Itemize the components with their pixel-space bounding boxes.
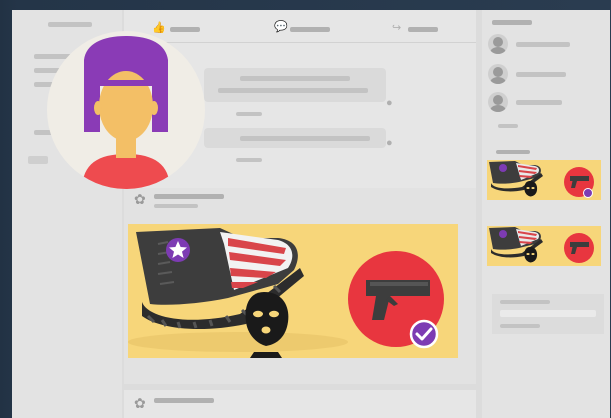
contact-name (516, 72, 566, 77)
see-more-link[interactable] (498, 124, 518, 128)
comment-meta (236, 158, 262, 162)
page-logo-icon: ✿ (134, 395, 146, 411)
comment-bubble (204, 128, 386, 148)
contact-name (516, 42, 570, 47)
next-post-card: ✿ (124, 390, 476, 418)
share-button[interactable]: ↪ (392, 22, 452, 36)
sidebar-ad-image[interactable] (487, 160, 601, 200)
comment-bubble (204, 68, 386, 102)
comment-line (218, 88, 368, 93)
ad-page-name (154, 194, 224, 199)
share-label (408, 27, 438, 32)
comment-button[interactable]: 💬 (274, 22, 344, 36)
widget-line (500, 300, 550, 304)
send-icon[interactable]: ● (386, 98, 393, 109)
avatar-icon (488, 34, 508, 54)
post-author-line (154, 398, 214, 403)
right-sidebar (482, 10, 610, 418)
sponsored-header (496, 150, 530, 154)
contact-name (516, 100, 562, 105)
sidebar-ad-image[interactable] (487, 226, 601, 266)
widget-line (500, 310, 596, 317)
social-feed-mockup: 👍 💬 ↪ ● ● ✿ ✿ (12, 10, 610, 418)
speech-bubble-icon: 💬 (274, 21, 288, 33)
comment-meta (236, 112, 262, 116)
avatar-icon (488, 64, 508, 84)
sidebar-widget (492, 294, 604, 334)
sidebar-line (28, 156, 48, 164)
send-icon[interactable]: ● (386, 138, 393, 149)
contacts-header (492, 20, 532, 25)
share-arrow-icon: ↪ (392, 22, 402, 34)
video-frame: 👍 💬 ↪ ● ● ✿ ✿ (0, 0, 611, 418)
comment-line (240, 76, 350, 81)
ad-image[interactable] (128, 224, 458, 358)
contact-item[interactable] (488, 90, 604, 114)
sidebar-line (48, 22, 92, 27)
page-logo-icon: ✿ (134, 191, 146, 207)
checkmark-icon (409, 319, 439, 349)
ad-sponsored-line (154, 204, 198, 208)
comment-line (240, 136, 370, 141)
star-badge-icon (166, 238, 190, 262)
widget-line (500, 324, 540, 328)
comment-label (290, 27, 330, 32)
contact-item[interactable] (488, 62, 604, 86)
contact-item[interactable] (488, 32, 604, 56)
profile-avatar[interactable] (46, 30, 206, 190)
avatar-icon (488, 92, 508, 112)
